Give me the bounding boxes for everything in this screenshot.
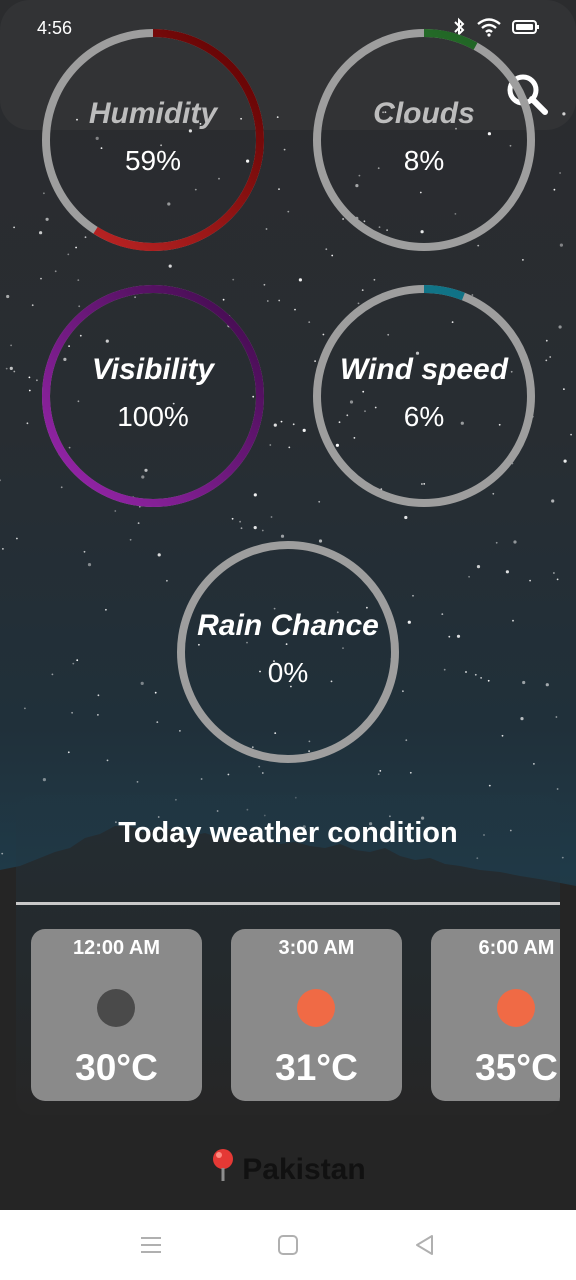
humidity-label: Humidity [88,97,218,130]
clouds-ring [313,29,535,251]
today-weather-title: Today weather condition [118,817,458,849]
menu-button[interactable] [138,1232,164,1258]
home-button[interactable] [275,1232,301,1258]
clouds-label: Clouds [373,97,475,130]
visibility-ring [42,285,264,507]
wind-speed-ring [313,285,535,507]
gauge-progress-arc [42,285,264,507]
today-weather-card: Today weather condition 12:00 AM 30°C 3:… [16,795,560,1115]
navigation-bar [0,1210,576,1280]
hour-time: 12:00 AM [72,937,161,959]
hour-time: 6:00 AM [478,937,555,959]
location-name: Pakistan [242,1153,366,1186]
sun-icon [297,989,335,1027]
hour-temperature: 30°C [75,1047,158,1088]
hourly-card[interactable]: 6:00 AM 35°C [431,929,560,1101]
humidity-value: 59% [124,145,182,176]
gauge-track [313,285,535,507]
rain-chance-ring [177,541,399,763]
hourly-card[interactable]: 3:00 AM 31°C [231,929,402,1101]
visibility-gauge: Visibility 100% [40,283,266,509]
humidity-ring [42,29,264,251]
visibility-label: Visibility [91,353,215,386]
moon-icon [97,989,135,1027]
wind-speed-label: Wind speed [339,353,509,386]
divider [16,902,560,905]
sun-icon [497,989,535,1027]
clouds-gauge: Clouds 8% [311,27,537,253]
rain-chance-label: Rain Chance [197,609,379,642]
location-label: Pakistan [0,1148,576,1187]
hourly-card[interactable]: 12:00 AM 30°C [31,929,202,1101]
hour-temperature: 31°C [275,1047,358,1088]
hour-time: 3:00 AM [278,937,355,959]
humidity-gauge: Humidity 59% [40,27,266,253]
clouds-value: 8% [403,145,445,176]
rain-chance-gauge: Rain Chance 0% [175,539,401,765]
rain-chance-value: 0% [267,657,309,688]
map-pin-icon [213,1149,234,1181]
wind-speed-gauge: Wind speed 6% [311,283,537,509]
gauge-track [177,541,399,763]
wind-speed-value: 6% [403,401,445,432]
hour-temperature: 35°C [475,1047,558,1088]
back-button[interactable] [412,1232,438,1258]
visibility-value: 100% [117,401,189,432]
gauge-track [313,29,535,251]
